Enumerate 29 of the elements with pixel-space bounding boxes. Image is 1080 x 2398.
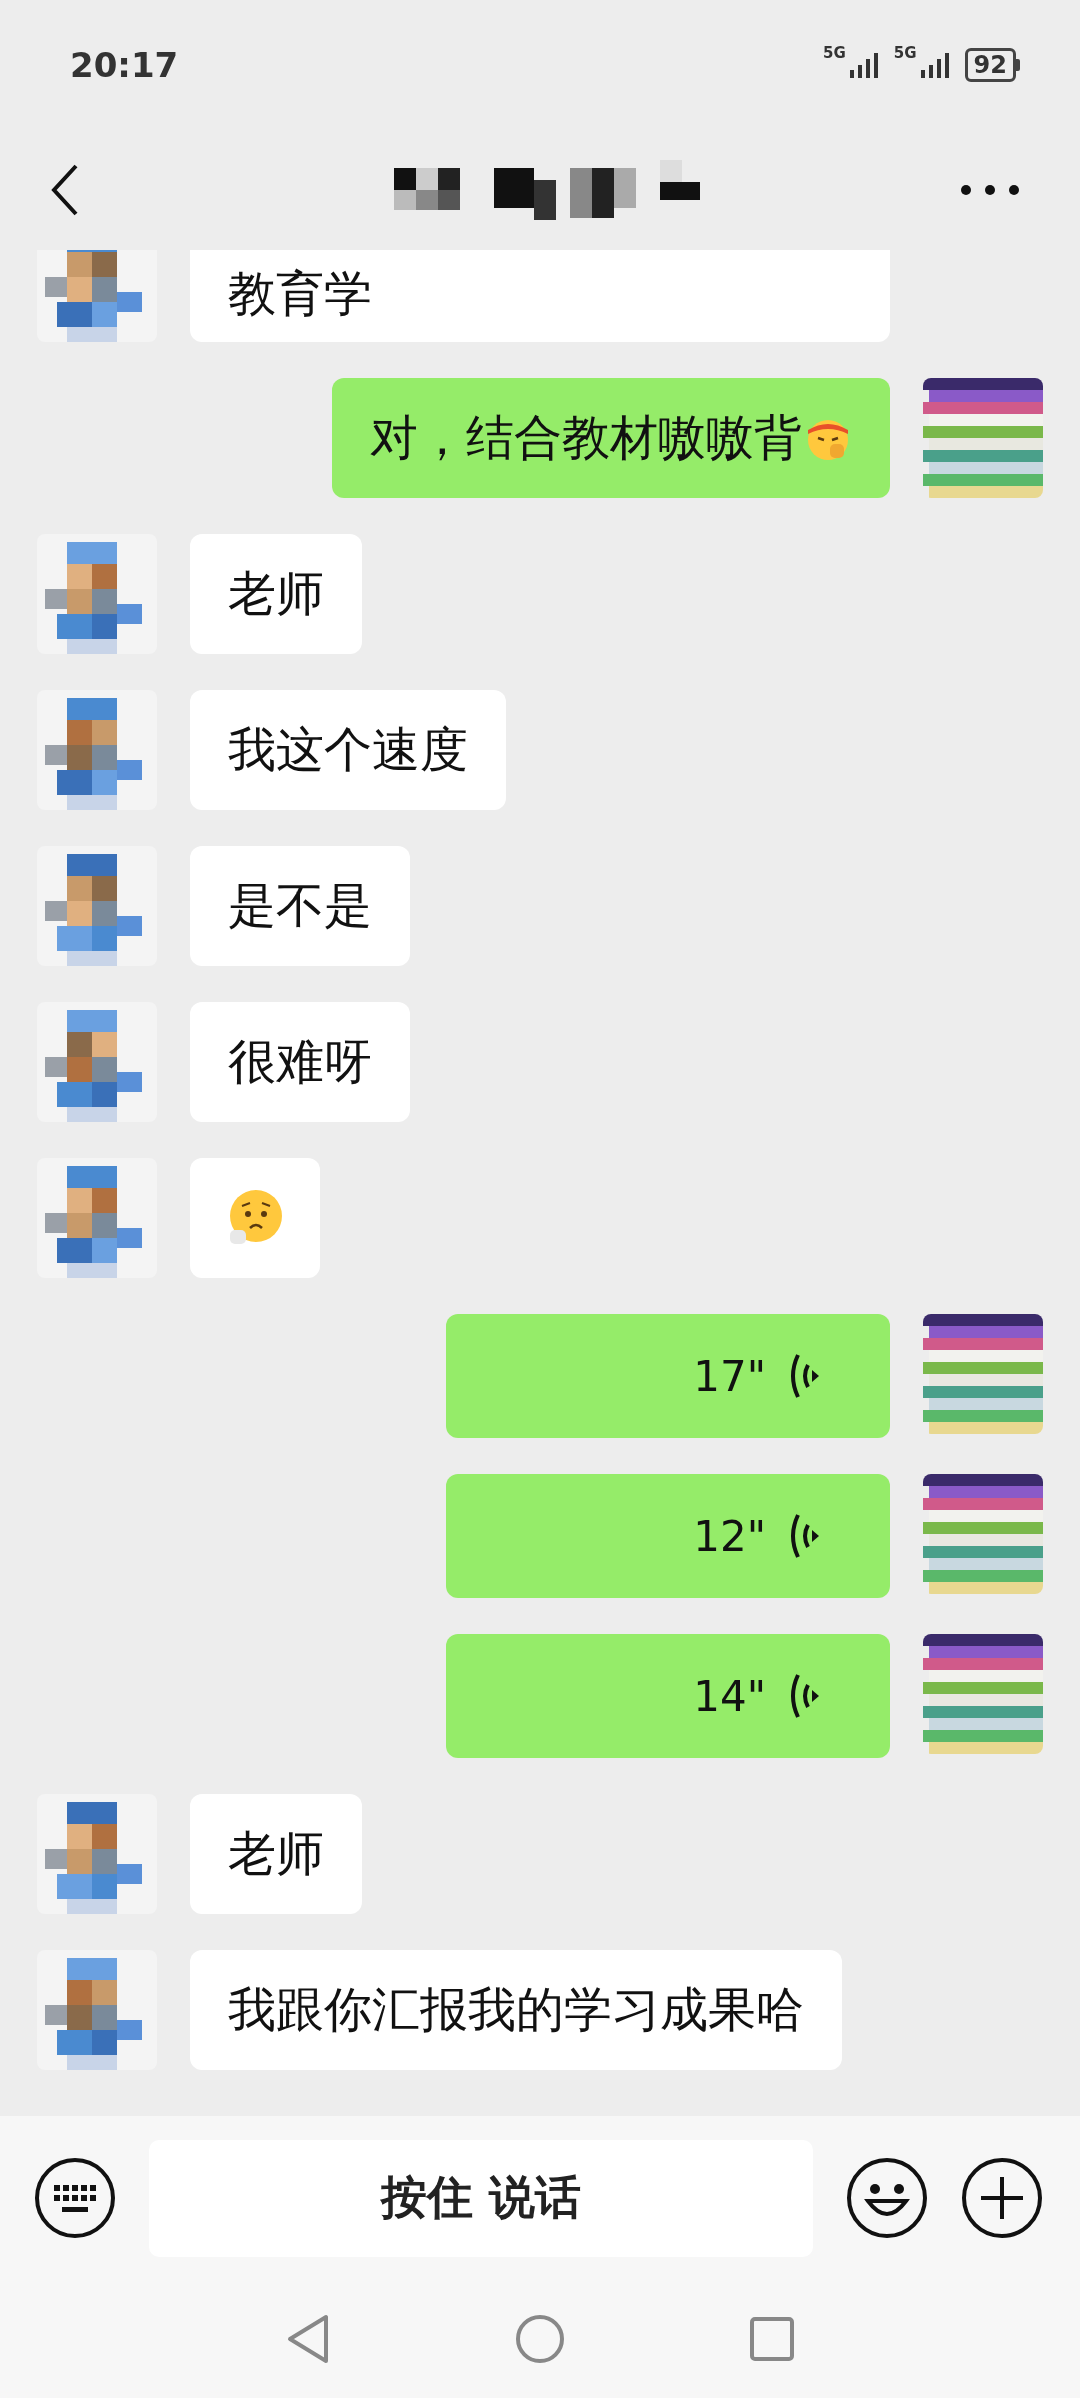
- message-bubble[interactable]: 老师: [190, 534, 362, 654]
- signal-icon: [920, 52, 951, 78]
- recent-apps-icon[interactable]: [750, 2317, 794, 2361]
- message-bubble[interactable]: 很难呀: [190, 1002, 410, 1122]
- smiley-icon[interactable]: [846, 2157, 928, 2239]
- signal-icon: [849, 52, 880, 78]
- home-icon[interactable]: [515, 2314, 565, 2364]
- network-type: 5G: [893, 44, 917, 62]
- sound-wave-icon: [788, 1351, 820, 1401]
- voice-message[interactable]: 14": [446, 1634, 890, 1758]
- status-time: 20:17: [70, 45, 179, 85]
- keyboard-icon[interactable]: [34, 2157, 116, 2239]
- battery-level: 92: [964, 48, 1016, 82]
- message-bubble[interactable]: 教育学: [190, 250, 890, 342]
- plus-icon[interactable]: [961, 2157, 1043, 2239]
- back-icon[interactable]: [50, 163, 80, 217]
- more-icon[interactable]: [960, 184, 1020, 196]
- sound-wave-icon: [788, 1671, 820, 1721]
- sound-wave-icon: [788, 1511, 820, 1561]
- message-bubble[interactable]: 对，结合教材嗷嗷背: [332, 378, 890, 498]
- message-bubble[interactable]: 老师: [190, 1794, 362, 1914]
- hold-to-talk-button[interactable]: 按住 说话: [149, 2139, 813, 2257]
- message-bubble[interactable]: 我跟你汇报我的学习成果哈: [190, 1950, 842, 2070]
- network-type: 5G: [823, 44, 846, 62]
- voice-message[interactable]: 12": [446, 1474, 890, 1598]
- battery-tip-icon: [1016, 59, 1020, 71]
- message-bubble[interactable]: 我这个速度: [190, 690, 506, 810]
- voice-message[interactable]: 17": [446, 1314, 890, 1438]
- message-bubble[interactable]: 是不是: [190, 846, 410, 966]
